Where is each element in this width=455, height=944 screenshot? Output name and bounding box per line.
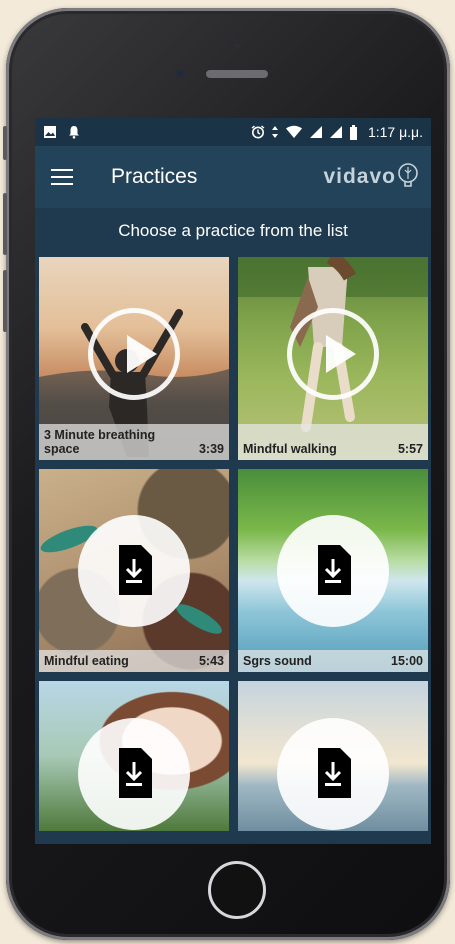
- page-title: Practices: [111, 165, 198, 188]
- practice-duration: 15:00: [391, 654, 423, 668]
- download-file-icon: [318, 748, 351, 798]
- download-file-icon: [119, 544, 152, 595]
- download-file-icon: [119, 748, 152, 798]
- practice-tile-5[interactable]: [39, 681, 229, 831]
- app-screen: 1:17 μ.μ. Practices vidavo Choose a prac…: [35, 118, 431, 844]
- practice-duration: 5:43: [198, 654, 224, 668]
- signal-icon: [329, 126, 342, 138]
- play-icon: [326, 335, 356, 374]
- practice-tile-6[interactable]: [238, 681, 428, 831]
- practice-duration: 5:57: [397, 442, 423, 456]
- front-camera: [176, 69, 185, 78]
- volume-down-button: [3, 270, 7, 332]
- practice-duration: 3:39: [198, 442, 224, 456]
- download-file-icon: [318, 544, 351, 595]
- practice-tile-eating[interactable]: Mindful eating 5:43: [39, 469, 229, 672]
- image-icon: [44, 126, 56, 138]
- alarm-clock-icon: [251, 125, 265, 139]
- tile-caption: Mindful walking 5:57: [238, 424, 428, 460]
- data-arrows-icon: [271, 126, 278, 138]
- download-button[interactable]: [78, 514, 190, 627]
- practice-tile-breathing[interactable]: 3 Minute breathing space 3:39: [39, 257, 229, 460]
- practice-name: Sgrs sound: [243, 654, 312, 668]
- volume-up-button: [3, 193, 7, 255]
- practice-tile-walking[interactable]: Mindful walking 5:57: [238, 257, 428, 460]
- download-button[interactable]: [277, 514, 389, 627]
- menu-icon[interactable]: [51, 169, 73, 185]
- practice-name: Mindful walking: [243, 442, 337, 456]
- battery-icon: [349, 124, 357, 140]
- home-button[interactable]: [208, 861, 266, 919]
- download-button[interactable]: [78, 718, 190, 830]
- status-bar: 1:17 μ.μ.: [35, 118, 431, 146]
- tile-caption: Mindful eating 5:43: [39, 650, 229, 672]
- tile-caption: Sgrs sound 15:00: [238, 650, 428, 672]
- earpiece-speaker: [206, 70, 268, 78]
- play-icon: [127, 335, 157, 374]
- logo-text: vidavo: [323, 165, 396, 188]
- mute-switch: [3, 126, 7, 160]
- download-button[interactable]: [277, 718, 389, 830]
- lightbulb-icon: [398, 163, 418, 187]
- app-bar: Practices vidavo: [35, 146, 431, 208]
- play-button[interactable]: [287, 308, 379, 401]
- wifi-icon: [285, 125, 302, 138]
- instruction-text: Choose a practice from the list: [35, 208, 431, 250]
- practice-tile-sound[interactable]: Sgrs sound 15:00: [238, 469, 428, 672]
- practice-name: 3 Minute breathing space: [44, 428, 156, 456]
- brand-logo: vidavo: [323, 163, 419, 191]
- play-button[interactable]: [88, 308, 180, 401]
- alarm-bell-icon: [69, 126, 79, 139]
- proximity-sensor: [235, 43, 240, 48]
- practice-name: Mindful eating: [44, 654, 129, 668]
- signal-icon: [309, 126, 322, 138]
- tile-caption: 3 Minute breathing space 3:39: [39, 424, 229, 460]
- status-time: 1:17 μ.μ.: [367, 124, 423, 140]
